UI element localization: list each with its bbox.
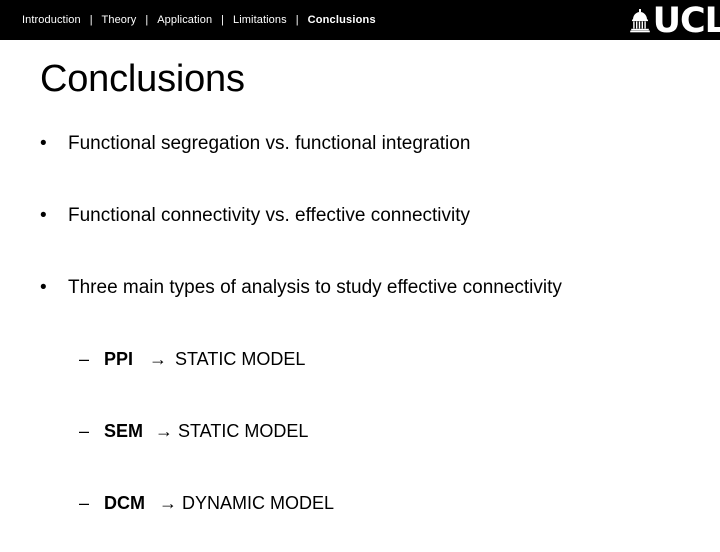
right-arrow-icon: →: [149, 349, 167, 369]
ucl-logo-text: UCL: [652, 1, 720, 40]
sub-bullet-model: STATIC MODEL: [178, 421, 309, 441]
bullet-text: Functional connectivity vs. effective co…: [68, 205, 471, 226]
sub-bullet-label: DCM: [104, 493, 145, 513]
sub-bullet-item: – PPI → STATIC MODEL: [0, 336, 720, 408]
page-title: Conclusions: [40, 58, 245, 100]
bullet-text: Functional segregation vs. functional in…: [68, 133, 471, 154]
sub-bullet-model: STATIC MODEL: [175, 349, 306, 369]
bullet-text: Three main types of analysis to study ef…: [68, 277, 562, 298]
nav-item-conclusions[interactable]: Conclusions: [308, 14, 376, 26]
slide-content: • Functional segregation vs. functional …: [0, 120, 720, 552]
nav-separator: |: [89, 13, 93, 26]
bullet-marker-icon: •: [40, 133, 47, 154]
sub-bullet-dash-icon: –: [79, 349, 90, 369]
nav-item-theory[interactable]: Theory: [102, 14, 137, 26]
sub-bullet-item: – SEM → STATIC MODEL: [0, 408, 720, 480]
sub-bullet-label: PPI: [104, 349, 134, 369]
bullet-item: • Functional connectivity vs. effective …: [0, 192, 720, 264]
sub-bullet-item: – DCM → DYNAMIC MODEL: [0, 480, 720, 552]
sub-bullet-label: SEM: [104, 421, 144, 441]
ucl-logo: UCL: [629, 3, 720, 39]
sub-bullet-dash-icon: –: [79, 421, 90, 441]
bullet-marker-icon: •: [40, 277, 47, 298]
sub-bullet-model: DYNAMIC MODEL: [182, 493, 335, 513]
right-arrow-icon: →: [159, 493, 177, 513]
bullet-item: • Functional segregation vs. functional …: [0, 120, 720, 192]
bullet-marker-icon: •: [40, 205, 47, 226]
right-arrow-icon: →: [155, 421, 173, 441]
nav-item-introduction[interactable]: Introduction: [22, 14, 81, 26]
section-navigation: Introduction | Theory | Application | Li…: [22, 0, 376, 40]
nav-item-application[interactable]: Application: [157, 14, 212, 26]
nav-separator: |: [221, 13, 225, 26]
top-header-bar: Introduction | Theory | Application | Li…: [0, 0, 720, 40]
bullet-item: • Three main types of analysis to study …: [0, 264, 720, 336]
nav-separator: |: [295, 13, 299, 26]
nav-separator: |: [145, 13, 149, 26]
sub-bullet-dash-icon: –: [79, 493, 90, 513]
ucl-portico-icon: [629, 9, 650, 33]
nav-item-limitations[interactable]: Limitations: [233, 14, 287, 26]
